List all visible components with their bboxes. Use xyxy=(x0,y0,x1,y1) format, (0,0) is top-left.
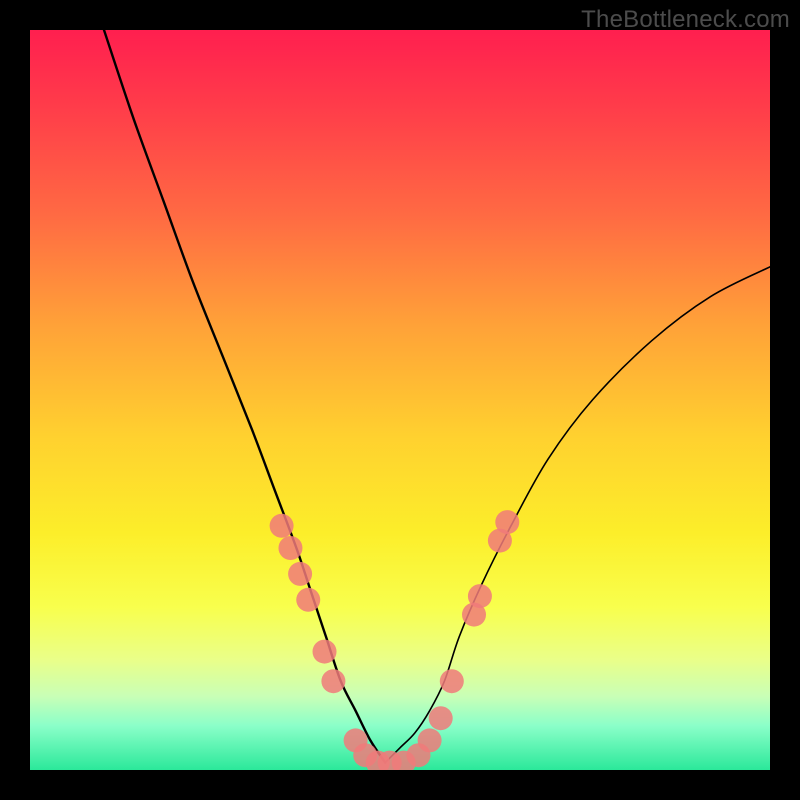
data-marker xyxy=(278,536,302,560)
data-marker xyxy=(418,728,442,752)
data-marker xyxy=(321,669,345,693)
data-marker xyxy=(270,514,294,538)
data-marker xyxy=(429,706,453,730)
data-marker xyxy=(440,669,464,693)
curve-layer xyxy=(104,30,770,763)
data-marker xyxy=(468,584,492,608)
curve-svg xyxy=(30,30,770,770)
plot-area xyxy=(30,30,770,770)
watermark-text: TheBottleneck.com xyxy=(581,6,790,34)
chart-frame: TheBottleneck.com xyxy=(0,0,800,800)
data-marker xyxy=(288,562,312,586)
data-marker xyxy=(296,588,320,612)
marker-layer xyxy=(270,510,520,770)
series-left-curve xyxy=(104,30,385,763)
data-marker xyxy=(495,510,519,534)
data-marker xyxy=(313,640,337,664)
